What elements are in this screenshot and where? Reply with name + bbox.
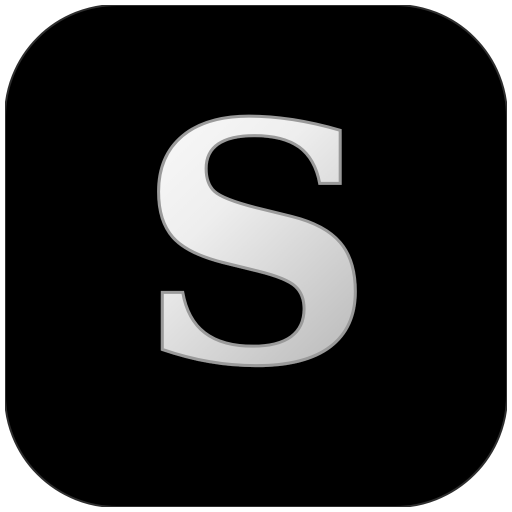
app-icon-graphic: S [5,5,507,507]
icon-canvas: S [0,0,512,512]
app-icon[interactable]: S [5,5,507,507]
icon-letter: S [137,51,375,439]
